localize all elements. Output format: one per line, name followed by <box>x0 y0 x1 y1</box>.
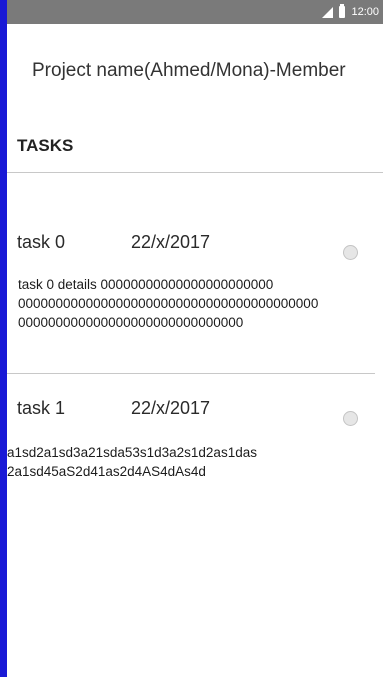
signal-icon <box>322 6 334 18</box>
window-frame-edge <box>0 0 7 677</box>
task-details-line: 2a1sd45aS2d41as2d4AS4dAs4d <box>7 464 206 479</box>
task-name: task 0 <box>17 232 66 252</box>
task-details: task 0 details 00000000000000000000000 0… <box>18 275 318 332</box>
status-icons: 12:00 <box>322 0 379 24</box>
task-details-line: task 0 details 00000000000000000000000 <box>18 277 274 292</box>
task-divider <box>7 373 375 374</box>
task-details-line: 0000000000000000000000000000000000000000 <box>18 296 319 311</box>
task-date: 22/x/2017 <box>131 398 211 418</box>
battery-icon <box>339 4 346 18</box>
task-details-line: a1sd2a1sd3a21sda53s1d3a2s1d2as1das <box>7 445 257 460</box>
task-complete-radio[interactable] <box>343 411 358 426</box>
task-date: 22/x/2017 <box>131 232 211 252</box>
task-details-line: 000000000000000000000000000000 <box>18 315 244 330</box>
tasks-section-header: TASKS <box>17 136 74 155</box>
task-complete-radio[interactable] <box>343 245 358 260</box>
task-name: task 1 <box>17 398 66 418</box>
task-details: a1sd2a1sd3a21sda53s1d3a2s1d2as1das 2a1sd… <box>7 443 257 481</box>
section-divider <box>7 172 383 173</box>
status-bar: 12:00 <box>7 0 383 24</box>
page-title: Project name(Ahmed/Mona)-Member <box>32 60 346 81</box>
status-time: 12:00 <box>351 6 379 18</box>
